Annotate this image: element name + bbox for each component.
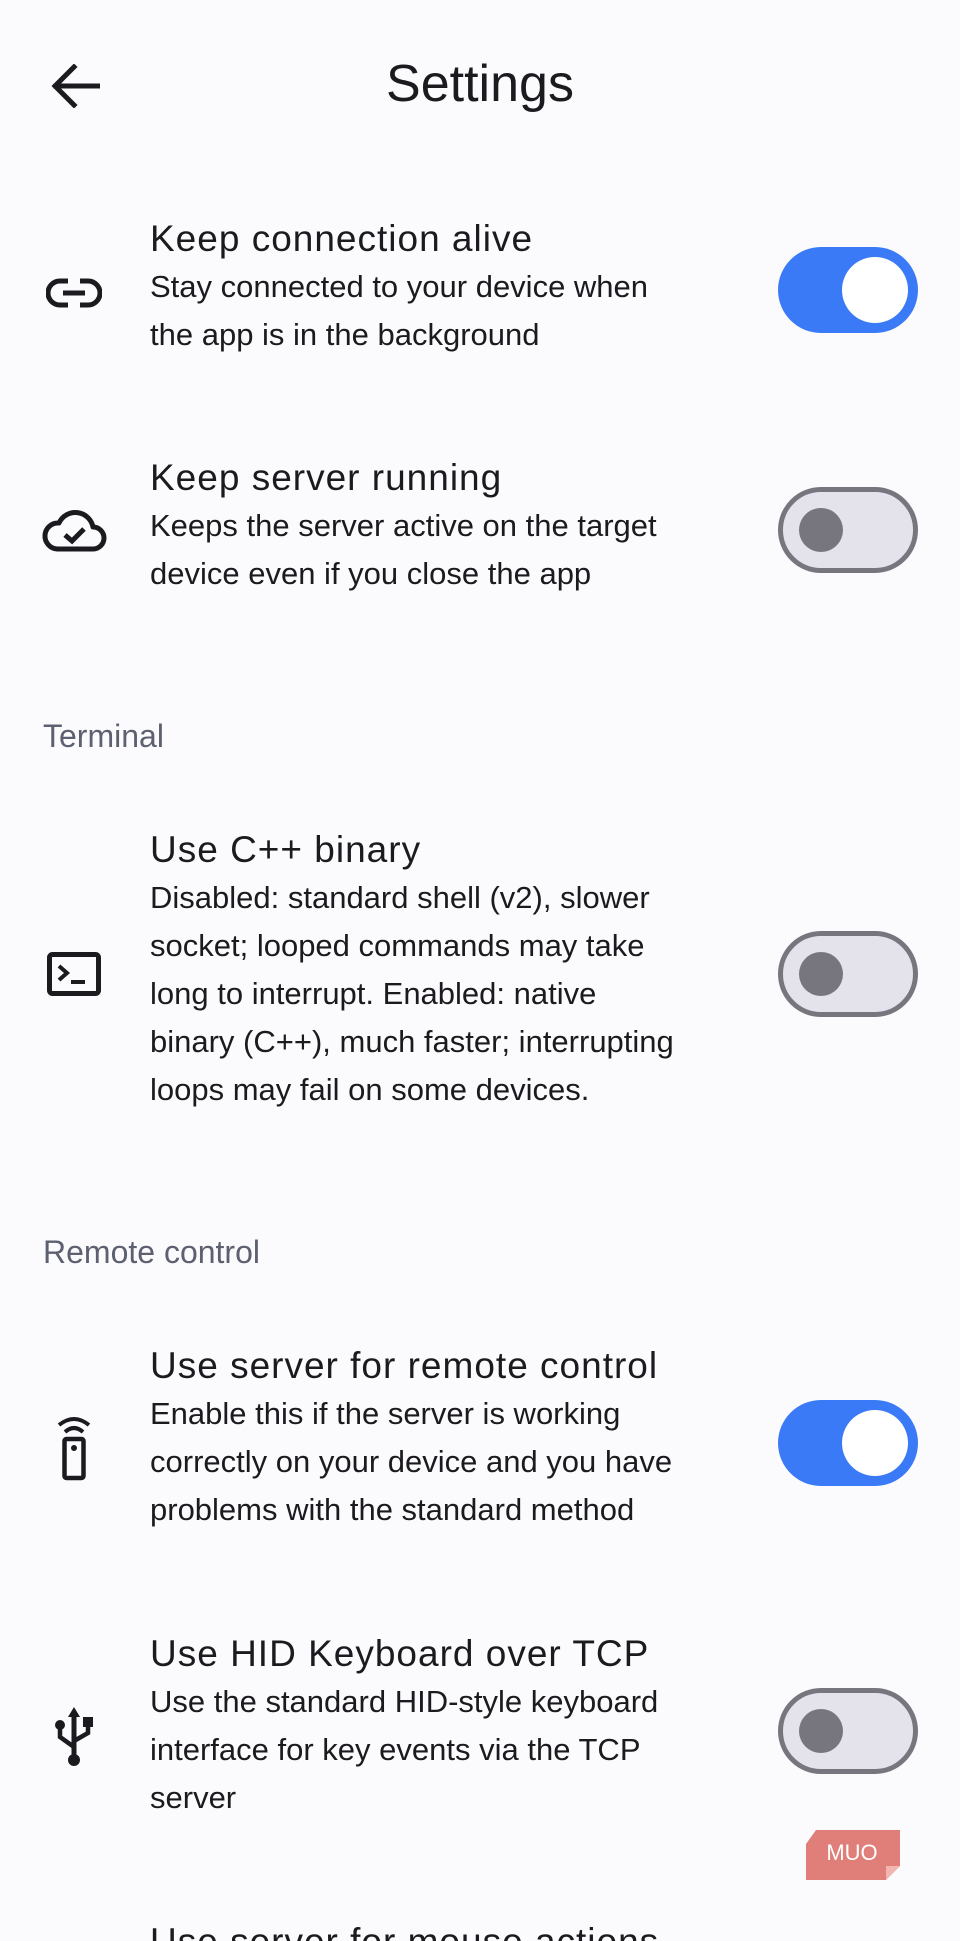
remote-icon [36,1410,112,1486]
setting-text: Use server for remote control Enable thi… [150,1342,735,1534]
description-line: Disabled: standard shell (v2), slower [150,880,650,915]
switch-knob [799,508,843,552]
section-header-remote-control: Remote control [43,1234,260,1270]
setting-use-server-for-remote-control[interactable]: Use server for remote control Enable thi… [0,1342,960,1552]
setting-use-hid-keyboard-over-tcp[interactable]: Use HID Keyboard over TCP Use the standa… [0,1630,960,1840]
link-icon [36,255,112,331]
setting-title: Use server for mouse actions [150,1918,735,1941]
description-line: server [150,1780,237,1815]
use-server-for-remote-control-switch[interactable] [778,1400,918,1486]
cloud-check-icon [36,492,112,568]
description-line: Stay connected to your device when [150,269,649,304]
setting-text: Keep server running Keeps the server act… [150,454,735,598]
setting-use-cpp-binary[interactable]: Use C++ binary Disabled: standard shell … [0,826,960,1126]
description-line: problems with the standard method [150,1492,635,1527]
setting-title: Keep connection alive [150,218,534,259]
switch-knob [842,257,908,323]
use-cpp-binary-switch[interactable] [778,931,918,1017]
description-line: Enable this if the server is working [150,1396,621,1431]
switch-knob [799,1709,843,1753]
setting-text: Use C++ binary Disabled: standard shell … [150,826,735,1114]
description-line: interface for key events via the TCP [150,1732,641,1767]
description-line: correctly on your device and you have [150,1444,673,1479]
use-hid-keyboard-over-tcp-switch[interactable] [778,1688,918,1774]
setting-text: Use HID Keyboard over TCP Use the standa… [150,1630,735,1822]
switch-knob [799,952,843,996]
setting-description: Use the standard HID-style keyboard inte… [150,1678,735,1822]
setting-text: Use server for mouse actions [150,1918,735,1941]
setting-description: Enable this if the server is working cor… [150,1390,735,1534]
top-app-bar: Settings [0,0,960,170]
svg-text:MUO: MUO [826,1840,877,1865]
description-line: the app is in the background [150,317,540,352]
muo-watermark-logo: MUO [806,1830,900,1880]
keep-connection-alive-switch[interactable] [778,247,918,333]
description-line: long to interrupt. Enabled: native [150,976,597,1011]
keep-server-running-switch[interactable] [778,487,918,573]
description-line: Keeps the server active on the target [150,508,657,543]
setting-text: Keep connection alive Stay connected to … [150,215,735,359]
setting-title: Use HID Keyboard over TCP [150,1633,650,1674]
setting-description: Disabled: standard shell (v2), slower so… [150,874,735,1114]
setting-description: Stay connected to your device when the a… [150,263,735,359]
setting-use-server-for-mouse-actions[interactable]: Use server for mouse actions [0,1918,960,1941]
page-title: Settings [386,55,574,113]
description-line: socket; looped commands may take [150,928,645,963]
setting-keep-connection-alive[interactable]: Keep connection alive Stay connected to … [0,215,960,375]
settings-screen: Settings Keep connection alive Stay conn… [0,0,960,1941]
terminal-icon [36,936,112,1012]
usb-icon [36,1698,112,1774]
description-line: device even if you close the app [150,556,592,591]
switch-knob [842,1410,908,1476]
description-line: Use the standard HID-style keyboard [150,1684,659,1719]
setting-description: Keeps the server active on the target de… [150,502,735,598]
setting-title: Keep server running [150,457,503,498]
setting-title: Use server for remote control [150,1345,659,1386]
description-line: binary (C++), much faster; interrupting [150,1024,674,1059]
section-header-terminal: Terminal [43,718,164,754]
setting-title: Use C++ binary [150,829,422,870]
description-line: loops may fail on some devices. [150,1072,590,1107]
setting-keep-server-running[interactable]: Keep server running Keeps the server act… [0,454,960,614]
